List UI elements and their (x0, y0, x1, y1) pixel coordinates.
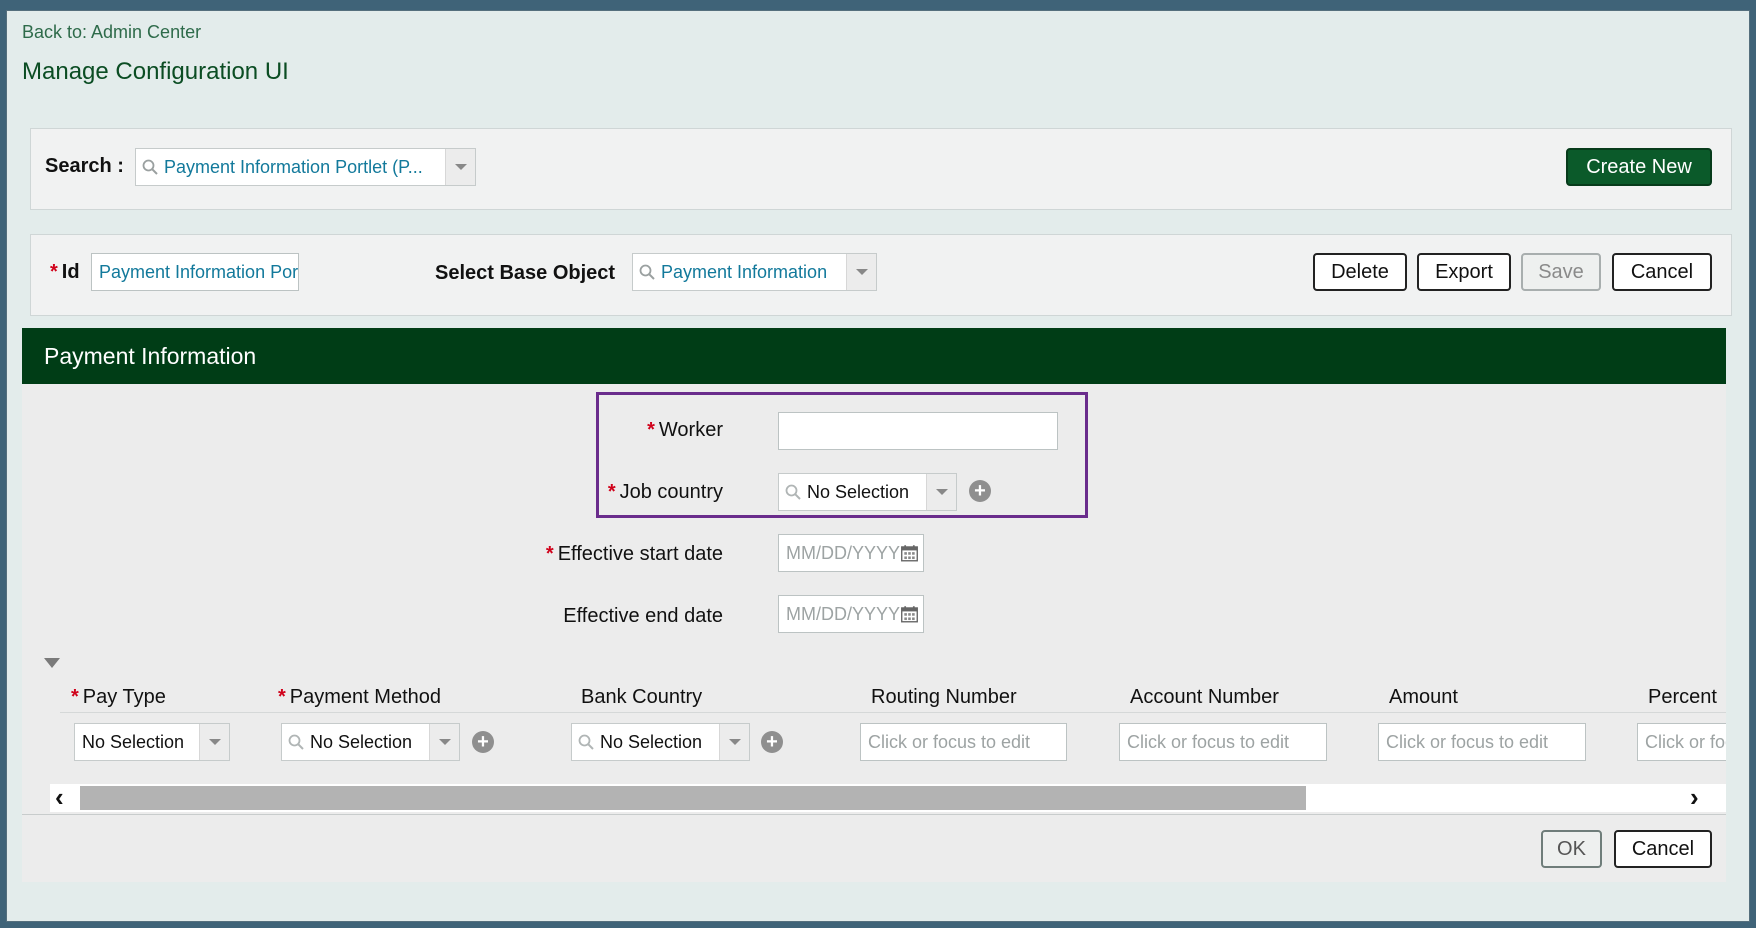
worker-label: * Worker (647, 419, 723, 441)
back-to-admin-center-link[interactable]: Back to: Admin Center (22, 22, 201, 43)
id-input[interactable]: Payment Information Por (91, 253, 299, 291)
search-icon (572, 724, 600, 760)
calendar-icon[interactable] (900, 542, 919, 564)
end-date-placeholder: MM/DD/YYYY (786, 603, 901, 624)
routing-number-input[interactable]: Click or focus to edit (860, 723, 1067, 761)
pay-type-value: No Selection (82, 731, 185, 752)
search-label: Search : (45, 155, 124, 177)
chevron-right-icon[interactable]: › (1690, 782, 1699, 813)
footer-cancel-button[interactable]: Cancel (1614, 830, 1712, 868)
routing-number-placeholder: Click or focus to edit (868, 731, 1031, 752)
create-new-button[interactable]: Create New (1566, 148, 1712, 186)
search-value: Payment Information Portlet (P... (164, 156, 423, 177)
column-header-amount: Amount (1389, 686, 1458, 708)
job-country-label: * Job country (607, 481, 723, 503)
add-job-country-icon[interactable]: + (969, 480, 991, 502)
chevron-down-icon[interactable] (926, 474, 956, 510)
payment-method-combobox[interactable]: No Selection (281, 723, 460, 761)
ok-button[interactable]: OK (1541, 830, 1602, 868)
scrollbar-thumb[interactable] (80, 786, 1306, 810)
column-header-percent: Percent (1648, 686, 1717, 708)
amount-input[interactable]: Click or focus to edit (1378, 723, 1586, 761)
chevron-down-icon[interactable] (719, 724, 749, 760)
base-object-combobox[interactable]: Payment Information (632, 253, 877, 291)
collapse-triangle-icon[interactable] (44, 658, 60, 668)
cancel-button[interactable]: Cancel (1612, 253, 1712, 291)
amount-placeholder: Click or focus to edit (1386, 731, 1549, 752)
column-header-routing-number: Routing Number (871, 686, 1017, 708)
save-button[interactable]: Save (1521, 253, 1601, 291)
start-date-placeholder: MM/DD/YYYY (786, 542, 901, 563)
page-title: Manage Configuration UI (22, 58, 289, 85)
chevron-left-icon[interactable]: ‹ (55, 782, 64, 813)
percent-placeholder: Click or focus to edit (1645, 731, 1726, 752)
chevron-down-icon[interactable] (429, 724, 459, 760)
select-base-object-label: Select Base Object (435, 262, 616, 284)
chevron-down-icon[interactable] (445, 149, 475, 185)
account-number-placeholder: Click or focus to edit (1127, 731, 1290, 752)
search-combobox[interactable]: Payment Information Portlet (P... (135, 148, 476, 186)
effective-start-date-input[interactable]: MM/DD/YYYY (778, 534, 924, 572)
export-button[interactable]: Export (1417, 253, 1511, 291)
account-number-input[interactable]: Click or focus to edit (1119, 723, 1327, 761)
effective-end-date-label: Effective end date (563, 605, 723, 627)
bank-country-value: No Selection (600, 731, 703, 752)
add-bank-country-icon[interactable]: + (761, 731, 783, 753)
id-label: * Id (50, 261, 80, 283)
add-payment-method-icon[interactable]: + (472, 731, 494, 753)
effective-start-date-label: * Effective start date (545, 543, 723, 565)
section-header: Payment Information (22, 328, 1726, 384)
search-icon (633, 254, 661, 290)
pay-type-select[interactable]: No Selection (74, 723, 230, 761)
footer-divider (22, 814, 1726, 815)
section-title: Payment Information (44, 342, 257, 369)
calendar-icon[interactable] (900, 603, 919, 625)
chevron-down-icon[interactable] (846, 254, 876, 290)
search-icon (282, 724, 310, 760)
bank-country-combobox[interactable]: No Selection (571, 723, 750, 761)
column-header-payment-method: * Payment Method (278, 686, 441, 708)
delete-button[interactable]: Delete (1313, 253, 1407, 291)
effective-end-date-input[interactable]: MM/DD/YYYY (778, 595, 924, 633)
base-object-value: Payment Information (661, 261, 828, 282)
column-header-bank-country: Bank Country (581, 686, 703, 708)
payment-method-value: No Selection (310, 731, 413, 752)
percent-input[interactable]: Click or focus to edit (1637, 723, 1726, 761)
job-country-value: No Selection (807, 481, 910, 502)
column-header-pay-type: * Pay Type (71, 686, 166, 708)
table-header-divider (60, 712, 1726, 713)
search-icon (779, 474, 807, 510)
worker-input[interactable] (778, 412, 1058, 450)
job-country-combobox[interactable]: No Selection (778, 473, 957, 511)
search-icon (136, 149, 164, 185)
chevron-down-icon[interactable] (199, 724, 229, 760)
column-header-account-number: Account Number (1130, 686, 1279, 708)
